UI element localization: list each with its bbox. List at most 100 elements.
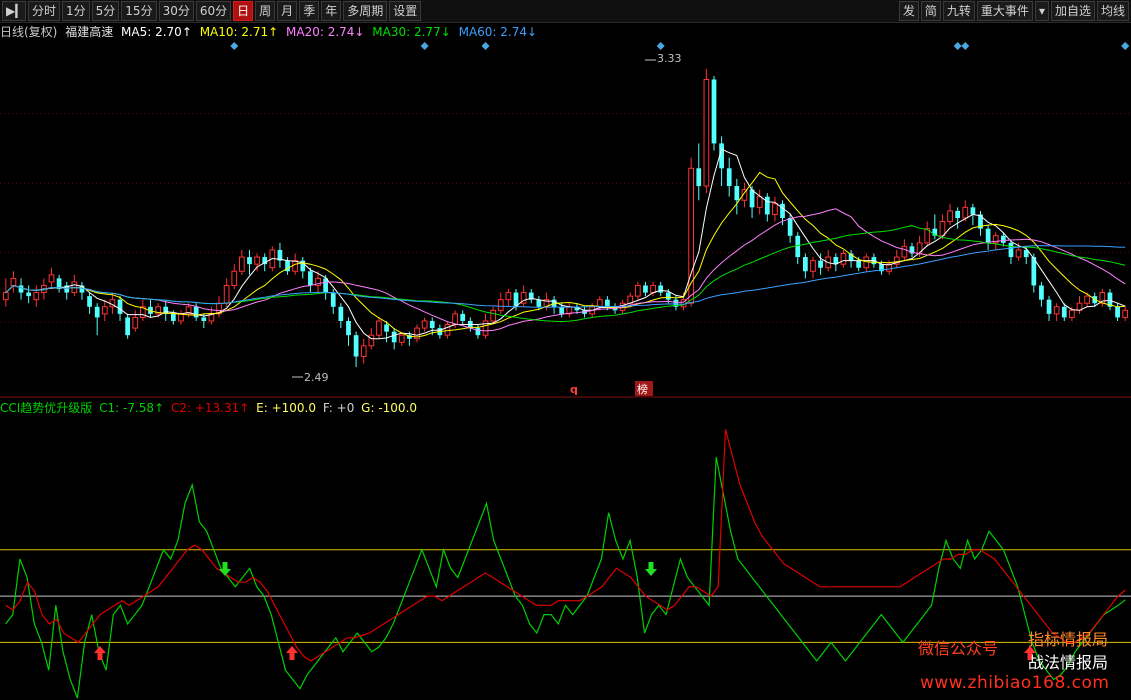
watermark-wechat: 微信公众号 <box>918 639 999 658</box>
cci-f: F: +0 <box>322 401 355 415</box>
candle-body-58 <box>444 324 451 336</box>
candle-body-16 <box>125 317 131 336</box>
event-marker-3 <box>656 42 665 50</box>
candle-body-92 <box>703 79 710 187</box>
top-markers <box>230 42 1130 50</box>
candle-body-26 <box>201 317 207 321</box>
candle-body-137 <box>1046 299 1052 314</box>
candle-body-104 <box>795 235 801 258</box>
candle-body-44 <box>338 306 344 321</box>
candle-body-86 <box>658 285 664 293</box>
candle-body-4 <box>33 292 40 301</box>
candle-body-22 <box>170 313 176 321</box>
candle-body-123 <box>939 221 946 237</box>
candle-body-85 <box>650 284 656 294</box>
buy-arrow-2 <box>286 646 298 660</box>
candle-body-31 <box>239 256 245 272</box>
candle-body-91 <box>696 168 702 187</box>
candle-body-93 <box>711 79 717 144</box>
cci-c1: C1: -7.58↑ <box>99 401 165 415</box>
candle-body-105 <box>803 257 808 272</box>
sell-arrow-2 <box>645 562 657 576</box>
candle-body-110 <box>840 253 847 265</box>
watermark-url: www.zhibiao168.com <box>920 673 1110 693</box>
candle-body-17 <box>132 316 139 329</box>
candle-body-103 <box>787 218 793 236</box>
candle-body-3 <box>26 292 32 297</box>
candle-body-142 <box>1084 295 1090 304</box>
candle-body-30 <box>231 270 238 286</box>
sell-arrow-1 <box>219 562 231 576</box>
candle-body-1 <box>10 277 17 286</box>
cci-legend: CCI趋势优升级版 C1: -7.58↑ C2: +13.31↑ E: +100… <box>0 399 420 417</box>
cci-c2: C2: +13.31↑ <box>170 401 250 415</box>
event-marker-7 <box>1121 42 1130 50</box>
event-marker-1 <box>420 42 429 50</box>
candle-body-133 <box>1015 249 1022 258</box>
candle-body-56 <box>429 320 435 329</box>
cci-signal-arrows <box>94 562 1036 660</box>
candle-body-95 <box>726 168 732 187</box>
candle-body-15 <box>117 299 123 314</box>
candle-body-127 <box>970 207 976 215</box>
candle-body-40 <box>308 271 313 286</box>
cci-g: G: -100.0 <box>361 401 418 415</box>
candle-body-106 <box>810 260 816 272</box>
candle-body-62 <box>475 328 481 336</box>
candle-body-2 <box>18 285 24 293</box>
candle-body-13 <box>101 306 108 315</box>
candle-body-139 <box>1061 306 1067 318</box>
candle-body-84 <box>643 285 648 293</box>
candle-body-112 <box>856 260 862 268</box>
badge-bang[interactable]: 榜 <box>637 382 648 396</box>
cci-e: E: +100.0 <box>256 401 316 415</box>
event-marker-0 <box>230 42 239 50</box>
candle-body-101 <box>772 203 778 215</box>
watermark-brand1: 指标情报局 <box>1028 630 1109 649</box>
candle-body-125 <box>955 210 961 218</box>
price-annotations: 3.33 2.49 q 榜 <box>292 52 682 396</box>
candle-body-0 <box>2 292 9 301</box>
candle-body-46 <box>353 335 359 357</box>
candle-body-38 <box>292 260 299 272</box>
candle-body-100 <box>764 196 770 215</box>
candle-body-11 <box>87 296 92 307</box>
candle-body-45 <box>346 320 351 336</box>
candle-body-60 <box>460 313 466 321</box>
candle-body-102 <box>780 203 785 218</box>
event-marker-4 <box>953 42 962 50</box>
candle-body-96 <box>734 186 740 201</box>
candle-body-136 <box>1039 285 1044 300</box>
candle-body-138 <box>1053 306 1060 315</box>
event-marker-5 <box>961 42 970 50</box>
candle-body-87 <box>665 292 671 300</box>
candle-body-12 <box>94 306 100 318</box>
candle-body-140 <box>1069 309 1075 318</box>
candle-body-47 <box>360 345 367 357</box>
candle-body-50 <box>384 324 389 332</box>
candle-body-51 <box>391 331 397 343</box>
candle-body-6 <box>48 274 55 283</box>
candle-body-66 <box>505 292 512 301</box>
candle-body-65 <box>497 299 504 311</box>
candle-body-55 <box>421 320 428 329</box>
candle-body-98 <box>749 189 755 208</box>
high-price-label: 3.33 <box>657 52 682 65</box>
watermark-brand2: 战法情报局 <box>1028 653 1109 672</box>
candle-body-49 <box>376 320 382 336</box>
candle-body-52 <box>398 334 405 343</box>
candle-body-33 <box>254 256 260 265</box>
candle-body-129 <box>985 228 991 243</box>
candle-body-23 <box>178 313 184 322</box>
event-marker-2 <box>481 42 490 50</box>
stock-chart[interactable]: 3.33 2.49 q 榜 <box>0 0 1131 700</box>
candle-body-73 <box>559 306 565 314</box>
candle-body-99 <box>756 196 763 208</box>
candle-body-146 <box>1115 306 1120 318</box>
candle-body-25 <box>193 306 199 318</box>
cci-name[interactable]: CCI趋势优升级版 <box>0 401 92 415</box>
watermark: 微信公众号 指标情报局 战法情报局 www.zhibiao168.com <box>918 625 1128 697</box>
candle-body-70 <box>536 299 542 307</box>
ma-line-60 <box>5 245 1126 308</box>
badge-q[interactable]: q <box>570 383 578 396</box>
